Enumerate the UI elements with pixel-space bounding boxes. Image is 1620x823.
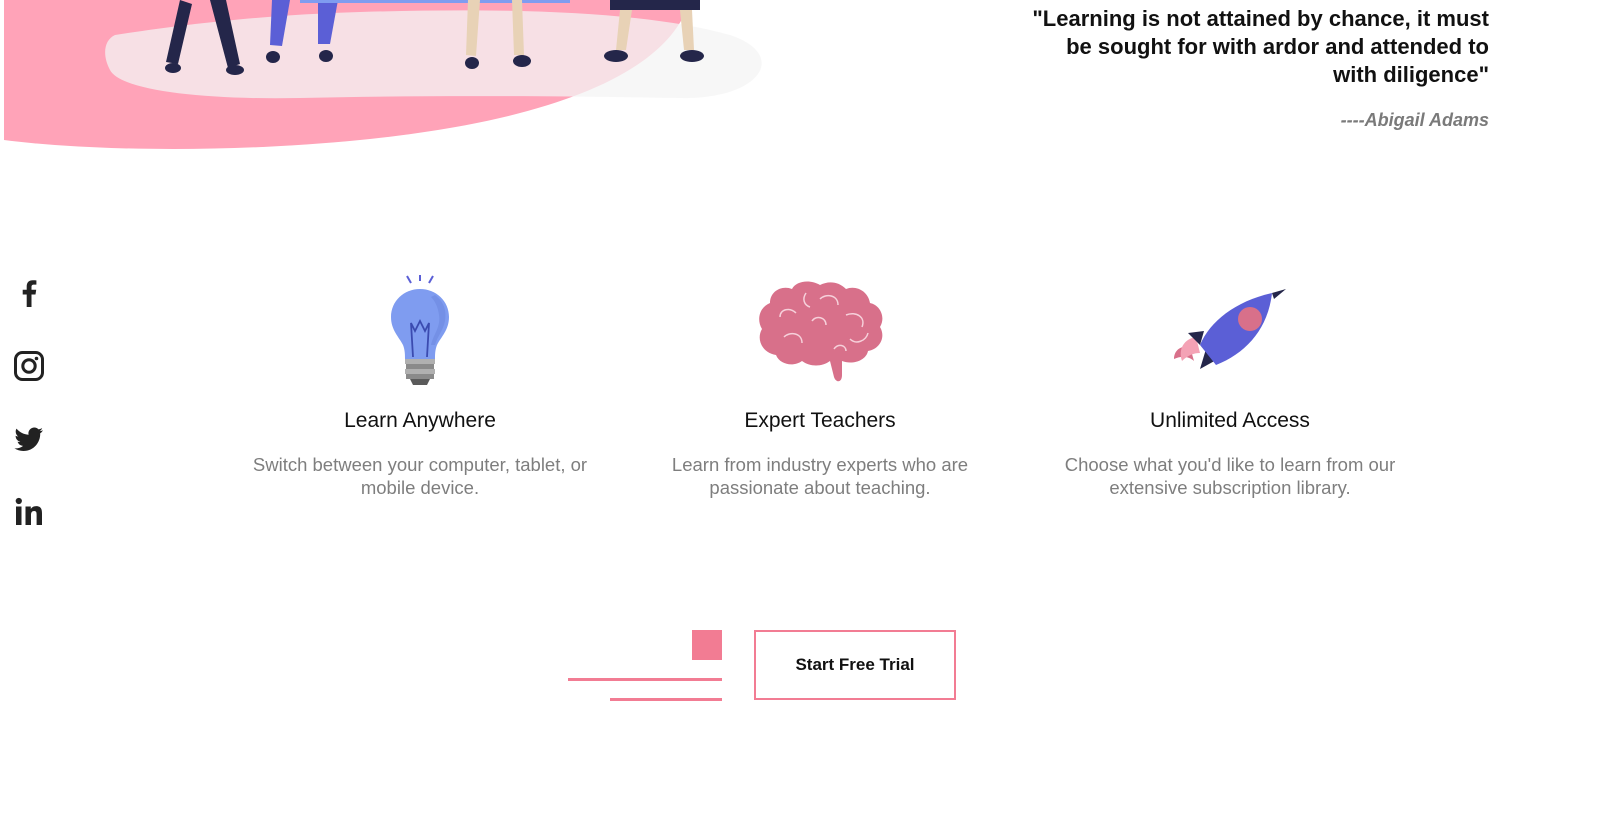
- feature-description: Switch between your computer, tablet, or…: [252, 454, 588, 498]
- instagram-icon: [14, 351, 44, 381]
- lightbulb-icon: [391, 275, 449, 385]
- feature-learn-anywhere: Learn Anywhere Switch between your compu…: [220, 275, 620, 499]
- facebook-link[interactable]: [12, 276, 46, 310]
- social-sidebar: [12, 276, 46, 568]
- feature-description: Choose what you'd like to learn from our…: [1064, 454, 1396, 498]
- facebook-icon: [22, 280, 37, 307]
- quote-text: "Learning is not attained by chance, it …: [1032, 6, 1489, 87]
- feature-expert-teachers: Expert Teachers Learn from industry expe…: [620, 275, 1020, 499]
- twitter-link[interactable]: [12, 422, 46, 456]
- hero-illustration: [4, 0, 762, 149]
- feature-unlimited-access: Unlimited Access Choose what you'd like …: [1030, 275, 1430, 499]
- rocket-icon: [1174, 289, 1286, 369]
- quote-block: "Learning is not attained by chance, it …: [1019, 5, 1489, 131]
- twitter-icon: [14, 427, 44, 451]
- landing-page: "Learning is not attained by chance, it …: [0, 0, 1620, 823]
- feature-title: Learn Anywhere: [344, 409, 496, 432]
- quote-author: ----Abigail Adams: [1340, 110, 1489, 130]
- features-section: Learn Anywhere Switch between your compu…: [220, 275, 1420, 515]
- feature-title: Expert Teachers: [744, 409, 896, 432]
- cta-decoration: [568, 630, 722, 701]
- linkedin-icon: [15, 497, 42, 525]
- feature-description: Learn from industry experts who are pass…: [671, 454, 969, 498]
- linkedin-link[interactable]: [12, 495, 46, 529]
- start-free-trial-button[interactable]: Start Free Trial: [754, 630, 956, 700]
- instagram-link[interactable]: [12, 349, 46, 383]
- brain-icon: [759, 281, 883, 382]
- feature-title: Unlimited Access: [1150, 409, 1310, 432]
